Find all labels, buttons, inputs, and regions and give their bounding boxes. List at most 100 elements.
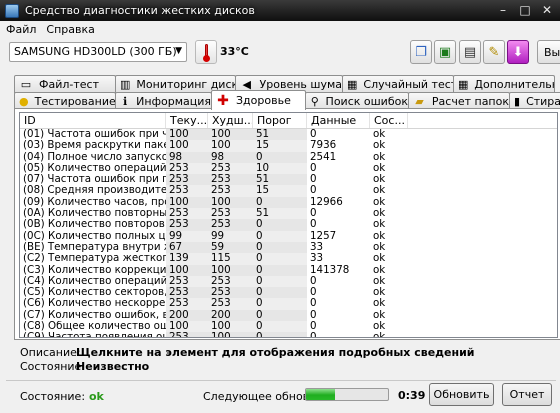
cell-worst: 59 xyxy=(208,241,253,254)
cell-data: 0 xyxy=(310,129,317,140)
description-label: Описание: xyxy=(20,346,81,359)
col-status[interactable]: Сос... xyxy=(370,113,408,128)
tab-file-test[interactable]: ▭ Файл-тест xyxy=(14,75,116,93)
cell-threshold: 51 xyxy=(253,174,307,186)
arrow-down-icon: ⬇ xyxy=(512,44,524,60)
cell-id: (C7) Количество ошибок, возника... xyxy=(23,309,166,321)
cell-data: 0 xyxy=(310,287,317,299)
cell-threshold: 0 xyxy=(253,230,307,242)
drive-select-value: SAMSUNG HD300LD (300 ГБ) xyxy=(14,45,177,58)
title-bar: Средство диагностики жестких дисков – □ … xyxy=(0,0,560,21)
cell-id: (03) Время раскрутки пакета дис... xyxy=(23,140,166,152)
report-button[interactable]: Отчет xyxy=(502,383,552,406)
col-data[interactable]: Данные xyxy=(307,113,370,128)
table-row[interactable]: (C6) Количество нескорректирова...253253… xyxy=(20,298,557,310)
cell-id: (0B) Количество повторов запрос... xyxy=(23,219,166,231)
table-row[interactable]: (01) Частота ошибок при чтении д...10010… xyxy=(20,129,557,141)
table-row[interactable]: (C2) Температура жесткого диска139115033… xyxy=(20,253,557,265)
cell-status: ok xyxy=(373,162,386,174)
cell-current: 253 xyxy=(166,275,208,288)
details-area: Описание: Щелкните на элемент для отобра… xyxy=(20,346,475,374)
cell-status: ok xyxy=(373,275,386,287)
cell-worst: 253 xyxy=(208,298,253,310)
description-value: Щелкните на элемент для отображения подр… xyxy=(76,346,475,359)
minimize-icon[interactable]: – xyxy=(496,3,510,17)
tab-health[interactable]: ✚ Здоровье xyxy=(211,90,306,110)
tab-additional-tests[interactable]: ▦Дополнительные тесты xyxy=(453,75,555,93)
cell-status: ok xyxy=(373,129,386,140)
status-value: ok xyxy=(89,390,104,403)
cell-status: ok xyxy=(373,151,386,163)
tools-button[interactable]: ✎ xyxy=(483,40,505,64)
cell-current: 99 xyxy=(166,230,208,242)
refresh-button[interactable]: Обновить xyxy=(429,383,494,406)
col-threshold[interactable]: Порог xyxy=(253,113,307,128)
table-row[interactable]: (C9) Частота появления ошибок ...2531000… xyxy=(20,332,557,337)
cell-threshold: 0 xyxy=(253,321,307,333)
cell-data: 1257 xyxy=(310,230,337,242)
cell-data: 33 xyxy=(310,241,324,253)
export-button[interactable]: ▤ xyxy=(459,40,481,64)
cell-threshold: 51 xyxy=(253,129,307,141)
menu-file[interactable]: Файл xyxy=(1,23,41,36)
save-button[interactable]: ▣ xyxy=(434,40,456,64)
maximize-icon[interactable]: □ xyxy=(518,3,532,17)
cell-threshold: 0 xyxy=(253,196,307,209)
monitor-chart-icon: ▥ xyxy=(120,78,131,91)
table-row[interactable]: (0A) Количество повторных попыт...253253… xyxy=(20,208,557,220)
table-row[interactable]: (C7) Количество ошибок, возника...200200… xyxy=(20,309,557,322)
menu-help[interactable]: Справка xyxy=(41,23,99,36)
cell-id: (01) Частота ошибок при чтении д... xyxy=(23,129,166,140)
cell-current: 100 xyxy=(166,140,208,152)
copy-icon: ❐ xyxy=(415,44,427,60)
table-row[interactable]: (0C) Количество полных циклов в...999901… xyxy=(20,230,557,242)
col-current[interactable]: Теку... xyxy=(166,113,208,128)
folder-icon: ▰ xyxy=(415,95,424,108)
status-label: Состояние: xyxy=(20,390,86,403)
cell-threshold: 10 xyxy=(253,162,307,175)
update-progress-bar xyxy=(305,388,389,401)
cell-current: 67 xyxy=(166,241,208,254)
cell-threshold: 0 xyxy=(253,298,307,310)
file-icon: ▭ xyxy=(20,78,32,91)
close-icon[interactable]: ✕ xyxy=(540,3,554,17)
cell-threshold: 0 xyxy=(253,309,307,322)
copy-button[interactable]: ❐ xyxy=(410,40,432,64)
table-row[interactable]: (09) Количество часов, проведенн...10010… xyxy=(20,196,557,209)
table-row[interactable]: (03) Время раскрутки пакета дис...100100… xyxy=(20,140,557,152)
table-row[interactable]: (05) Количество операций перена...253253… xyxy=(20,162,557,175)
col-worst[interactable]: Худш... xyxy=(208,113,253,128)
cell-id: (C5) Количество секторов, являю... xyxy=(23,287,166,299)
cell-status: ok xyxy=(373,219,386,231)
grid-icon: ▦ xyxy=(458,78,469,91)
cell-status: ok xyxy=(373,185,386,197)
info-icon: ℹ xyxy=(122,95,128,108)
cell-worst: 100 xyxy=(208,196,253,209)
cell-current: 253 xyxy=(166,332,208,337)
table-row[interactable]: (C3) Количество коррекции ошибо...100100… xyxy=(20,264,557,276)
table-row[interactable]: (07) Частота ошибок при позицио...253253… xyxy=(20,174,557,186)
cell-worst: 253 xyxy=(208,174,253,186)
exit-button[interactable]: Вы xyxy=(537,40,560,64)
cell-status: ok xyxy=(373,140,386,152)
table-row[interactable]: (C5) Количество секторов, являю...253253… xyxy=(20,287,557,299)
table-row[interactable]: (C8) Общее количество ошибок, п...100100… xyxy=(20,321,557,333)
cell-data: 0 xyxy=(310,298,317,310)
cell-worst: 200 xyxy=(208,309,253,322)
col-id[interactable]: ID xyxy=(20,113,166,128)
chevron-down-icon[interactable]: ▼ xyxy=(175,46,182,56)
cell-current: 100 xyxy=(166,321,208,333)
table-row[interactable]: (08) Средняя производительность...253253… xyxy=(20,185,557,197)
cell-id: (0C) Количество полных циклов в... xyxy=(23,230,166,242)
table-row[interactable]: (C4) Количество операций перена...253253… xyxy=(20,275,557,288)
table-row[interactable]: (04) Полное число запусков/оста...989802… xyxy=(20,151,557,163)
download-button[interactable]: ⬇ xyxy=(507,40,529,64)
smart-table[interactable]: ID Теку... Худш... Порог Данные Сос... (… xyxy=(19,112,558,338)
cell-worst: 253 xyxy=(208,287,253,299)
tab-random-test[interactable]: ▦ Случайный тест xyxy=(342,75,454,93)
cell-id: (C4) Количество операций перена... xyxy=(23,275,166,287)
drive-select[interactable]: SAMSUNG HD300LD (300 ГБ) ▼ xyxy=(9,42,187,62)
table-row[interactable]: (BE) Температура внутри жесткого...67590… xyxy=(20,241,557,254)
table-row[interactable]: (0B) Количество повторов запрос...253253… xyxy=(20,219,557,231)
cell-id: (C3) Количество коррекции ошибо... xyxy=(23,264,166,276)
